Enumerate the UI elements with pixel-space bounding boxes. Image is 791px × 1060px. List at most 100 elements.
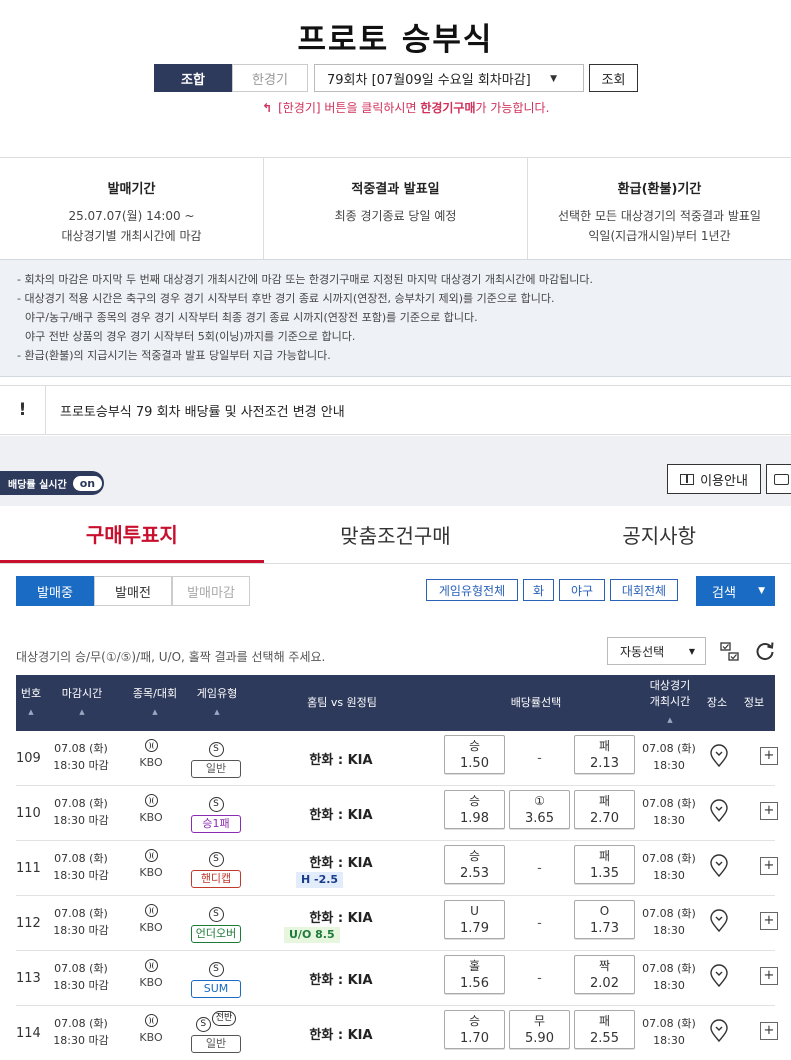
note-line: 야구 전반 상품의 경우 경기 시작부터 5회(이닝)까지를 기준으로 합니다. — [25, 330, 356, 343]
odds-draw-value: 3.65 — [525, 810, 554, 826]
tab-notices[interactable]: 공지사항 — [527, 506, 791, 563]
row-event-date: 07.08 (화) — [642, 907, 696, 920]
odds-away-button[interactable]: O 1.73 — [574, 900, 635, 939]
header-event-time-label: 대상경기 — [649, 679, 691, 692]
refresh-icon[interactable] — [754, 640, 776, 662]
odds-draw-value: - — [537, 751, 542, 766]
row-sport: KBO — [136, 739, 166, 769]
usage-guide-button[interactable]: 이용안내 — [667, 464, 761, 494]
odds-home-button[interactable]: 홀 1.56 — [444, 955, 505, 994]
sale-period-heading: 발매기간 — [107, 182, 156, 197]
status-closed-button[interactable]: 발매마감 — [172, 576, 250, 606]
header-info: 정보 — [738, 675, 770, 731]
location-pin-icon[interactable] — [709, 909, 729, 933]
filter-day[interactable]: 화 — [523, 579, 554, 601]
row-deadline: 07.08 (화) 18:30 마감 — [46, 850, 116, 884]
row-deadline: 07.08 (화) 18:30 마감 — [46, 740, 116, 774]
game-type-tag: SUM — [191, 980, 241, 998]
filter-sport[interactable]: 야구 — [559, 579, 605, 601]
header-match: 홈팀 vs 원정팀 — [286, 675, 398, 731]
search-button[interactable]: 검색 ▼ — [696, 576, 775, 606]
row-deadline: 07.08 (화) 18:30 마감 — [46, 905, 116, 939]
filter-league[interactable]: 대회전체 — [610, 579, 678, 601]
row-deadline: 07.08 (화) 18:30 마감 — [46, 960, 116, 994]
table-row: 114 07.08 (화) 18:30 마감 KBO S전반 일반 한화 : K… — [16, 1006, 778, 1060]
odds-home-button[interactable]: 승 1.98 — [444, 790, 505, 829]
header-venue-label: 장소 — [706, 696, 728, 709]
odds-home-button[interactable]: 승 1.70 — [444, 1010, 505, 1049]
row-event-date: 07.08 (화) — [642, 742, 696, 755]
game-type-tag: 승1패 — [191, 815, 241, 833]
location-pin-icon[interactable] — [709, 744, 729, 768]
location-pin-icon[interactable] — [709, 1019, 729, 1043]
row-deadline-time: 18:30 마감 — [53, 924, 109, 937]
expand-info-button[interactable]: + — [760, 967, 778, 985]
s-badge-icon: S — [208, 907, 224, 922]
announcement-bar[interactable]: ! 프로토승부식 79 회차 배당률 및 사전조건 변경 안내 — [0, 385, 791, 435]
announcement-text[interactable]: 프로토승부식 79 회차 배당률 및 사전조건 변경 안내 — [46, 401, 345, 420]
search-label: 검색 — [712, 585, 736, 601]
header-sport[interactable]: 종목/대회 ▲ — [126, 675, 184, 731]
odds-draw-button[interactable]: 무 5.90 — [509, 1010, 570, 1049]
notice-prefix: [한경기] 버튼을 클릭하시면 — [278, 101, 421, 115]
print-button[interactable] — [766, 464, 791, 494]
odds-away-button[interactable]: 짝 2.02 — [574, 955, 635, 994]
row-event-hour: 18:30 — [653, 814, 685, 827]
header-no[interactable]: 번호 ▲ — [16, 675, 46, 731]
tab-custom-purchase[interactable]: 맞춤조건구매 — [264, 506, 528, 563]
row-deadline-time: 18:30 마감 — [53, 1034, 109, 1047]
realtime-odds-state: on — [72, 475, 103, 491]
odds-home-button[interactable]: U 1.79 — [444, 900, 505, 939]
odds-draw-button: - — [509, 731, 570, 786]
location-pin-icon[interactable] — [709, 964, 729, 988]
tab-ballot[interactable]: 구매투표지 — [0, 506, 264, 563]
auto-select-value: 자동선택 — [620, 644, 665, 659]
expand-info-button[interactable]: + — [760, 912, 778, 930]
handicap-badge: H -2.5 — [296, 872, 344, 888]
odds-away-button[interactable]: 패 2.13 — [574, 735, 635, 774]
lookup-button[interactable]: 조회 — [589, 64, 638, 92]
odds-draw-button[interactable]: ① 3.65 — [509, 790, 570, 829]
odds-away-button[interactable]: 패 2.55 — [574, 1010, 635, 1049]
expand-info-button[interactable]: + — [760, 802, 778, 820]
expand-info-button[interactable]: + — [760, 747, 778, 765]
odds-draw-value: 5.90 — [525, 1030, 554, 1046]
odds-away-value: 2.13 — [590, 755, 619, 771]
odds-away-button[interactable]: 패 2.70 — [574, 790, 635, 829]
expand-info-button[interactable]: + — [760, 857, 778, 875]
odds-draw-value: - — [537, 971, 542, 986]
expand-info-button[interactable]: + — [760, 1022, 778, 1040]
status-pre-sale-button[interactable]: 발매전 — [94, 576, 172, 606]
row-match: 한화 : KIA — [309, 1028, 373, 1043]
filter-game-type[interactable]: 게임유형전체 — [426, 579, 518, 601]
odds-away-button[interactable]: 패 1.35 — [574, 845, 635, 884]
s-badge-icon: S — [208, 852, 224, 867]
location-pin-icon[interactable] — [709, 854, 729, 878]
checklist-icon[interactable] — [720, 642, 740, 662]
odds-away-value: 2.02 — [590, 975, 619, 991]
chevron-down-icon: ▼ — [758, 586, 765, 596]
realtime-odds-toggle[interactable]: 배당률 실시간 on — [0, 471, 104, 495]
row-deadline: 07.08 (화) 18:30 마감 — [46, 795, 116, 829]
odds-home-button[interactable]: 승 2.53 — [444, 845, 505, 884]
single-game-toggle-button[interactable]: 한경기 — [232, 64, 308, 92]
game-type-tag: 일반 — [191, 760, 241, 778]
odds-away-label: 패 — [598, 738, 611, 753]
round-select[interactable]: 79회차 [07월09일 수요일 회차마감] ▼ — [314, 64, 584, 92]
selection-instruction: 대상경기의 승/무(①/⑤)/패, U/O, 홀짝 결과를 선택해 주세요. — [16, 650, 326, 664]
combo-toggle-button[interactable]: 조합 — [154, 64, 232, 92]
row-deadline-date: 07.08 (화) — [54, 797, 108, 810]
header-event-time[interactable]: 대상경기 개최시간 ▲ — [640, 675, 700, 731]
status-on-sale-button[interactable]: 발매중 — [16, 576, 94, 606]
location-pin-icon[interactable] — [709, 799, 729, 823]
odds-away-value: 1.73 — [590, 920, 619, 936]
auto-select-dropdown[interactable]: 자동선택 ▼ — [607, 637, 706, 665]
row-deadline-time: 18:30 마감 — [53, 814, 109, 827]
header-match-label: 홈팀 vs 원정팀 — [307, 696, 377, 709]
sort-icon: ▲ — [79, 708, 85, 716]
header-type[interactable]: 게임유형 ▲ — [188, 675, 246, 731]
row-event-hour: 18:30 — [653, 869, 685, 882]
odds-home-button[interactable]: 승 1.50 — [444, 735, 505, 774]
header-deadline[interactable]: 마감시간 ▲ — [46, 675, 118, 731]
refund-period-line: 선택한 모든 대상경기의 적중결과 발표일 — [558, 209, 761, 223]
